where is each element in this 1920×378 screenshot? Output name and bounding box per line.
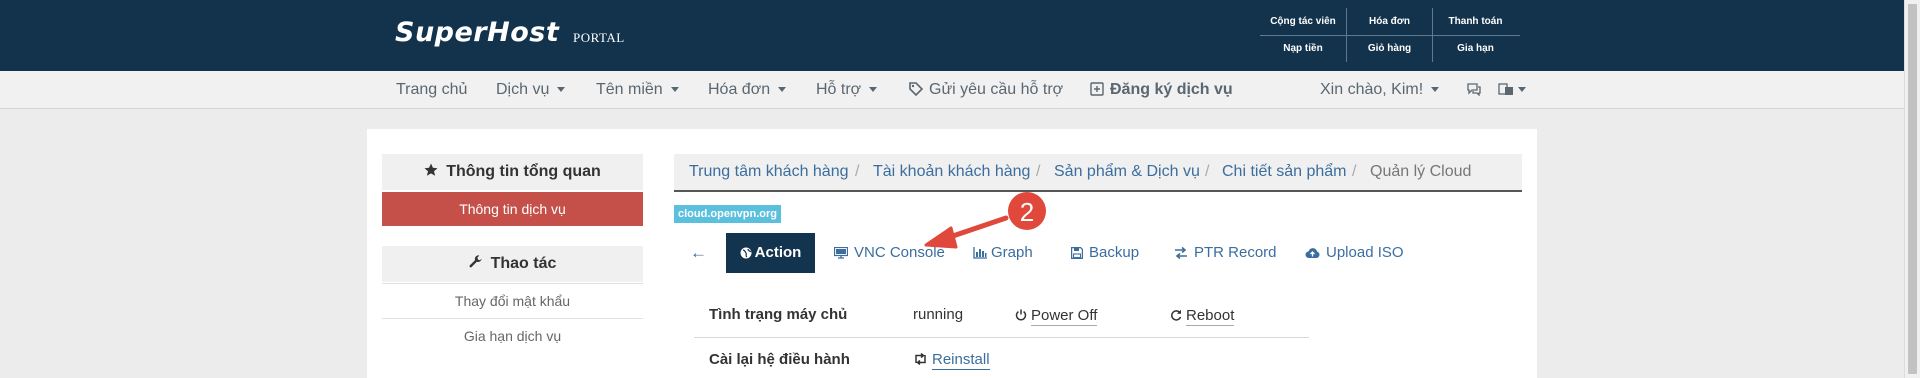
- tab-label: PTR Record: [1194, 244, 1277, 261]
- sidebar-actions-header: Thao tác: [382, 246, 643, 282]
- status-value: running: [913, 306, 964, 323]
- breadcrumb-separator: /: [855, 163, 860, 180]
- tab-upload-iso[interactable]: Upload ISO: [1305, 233, 1404, 273]
- sidebar-actions-title: Thao tác: [490, 255, 557, 272]
- tab-backup[interactable]: Backup: [1071, 233, 1139, 273]
- nav-item-label: Gửi yêu cầu hỗ trợ: [929, 81, 1064, 98]
- quick-link-affiliate[interactable]: Cộng tác viên: [1260, 8, 1346, 35]
- caret-down-icon: [557, 87, 566, 93]
- quick-link-payment[interactable]: Thanh toán: [1432, 8, 1518, 35]
- sidebar-item-renew-service[interactable]: Gia hạn dịch vụ: [382, 318, 643, 353]
- greeting: Xin chào, Kim!: [1320, 81, 1424, 98]
- tab-graph[interactable]: Graph: [973, 233, 1033, 273]
- quick-link-add-funds[interactable]: Nạp tiền: [1260, 35, 1346, 62]
- reboot-label: Reboot: [1186, 307, 1235, 326]
- breadcrumb-product-details[interactable]: Chi tiết sản phẩm: [1222, 154, 1347, 190]
- chat-icon: [1467, 83, 1481, 96]
- nav-item-domains[interactable]: Tên miền: [596, 71, 679, 109]
- breadcrumb-separator: /: [1352, 163, 1357, 180]
- reboot-button[interactable]: Reboot: [1170, 307, 1235, 326]
- breadcrumb-client-area[interactable]: Trung tâm khách hàng: [689, 154, 849, 190]
- nav-item-label: Đăng ký dịch vụ: [1110, 81, 1233, 98]
- quick-link-cart[interactable]: Giỏ hàng: [1346, 35, 1432, 62]
- quick-link-invoices[interactable]: Hóa đơn: [1346, 8, 1432, 35]
- reinstall-label: Cài lại hệ điều hành: [709, 351, 850, 368]
- reinstall-button[interactable]: Reinstall: [913, 351, 990, 370]
- nav-item-label: Trang chủ: [396, 81, 468, 98]
- bar-chart-icon: [973, 247, 987, 259]
- tab-vnc-console[interactable]: VNC Console: [834, 233, 945, 273]
- back-button[interactable]: ←: [690, 233, 710, 273]
- nav-item-label: Hóa đơn: [708, 81, 771, 98]
- refresh-icon: [1171, 309, 1182, 321]
- caret-down-icon: [869, 87, 878, 93]
- quick-link-renew[interactable]: Gia hạn: [1432, 35, 1518, 62]
- scrollbar-thumb[interactable]: [1908, 4, 1917, 374]
- star-icon: [424, 163, 438, 176]
- logo-portal-label: PORTAL: [573, 30, 625, 45]
- tab-action[interactable]: Action: [726, 233, 815, 273]
- caret-down-icon: [778, 87, 787, 93]
- floppy-disk-icon: [1071, 247, 1083, 259]
- breadcrumb-separator: /: [1036, 163, 1041, 180]
- caret-down-icon: [670, 87, 679, 93]
- quick-links: Cộng tác viên Hóa đơn Thanh toán Nạp tiề…: [1260, 8, 1520, 62]
- nav-item-chat[interactable]: [1466, 71, 1488, 109]
- tab-ptr-record[interactable]: PTR Record: [1174, 233, 1277, 273]
- power-off-label: Power Off: [1031, 307, 1098, 326]
- nav-item-order[interactable]: Đăng ký dịch vụ: [1090, 71, 1233, 109]
- breadcrumb-separator: /: [1205, 163, 1210, 180]
- sidebar-overview-header: Thông tin tổng quan: [382, 154, 643, 190]
- nav-item-billing[interactable]: Hóa đơn: [708, 71, 787, 109]
- nav-item-label: Tên miền: [596, 81, 663, 98]
- table-divider: [694, 337, 1309, 338]
- nav-item-account[interactable]: Xin chào, Kim!: [1320, 71, 1440, 109]
- monitor-icon: [834, 247, 848, 259]
- caret-down-icon: [1431, 87, 1440, 93]
- nav-item-label: Dịch vụ: [496, 81, 550, 98]
- globe-icon: [740, 247, 752, 259]
- nav-item-language[interactable]: [1498, 71, 1526, 109]
- breadcrumb: Trung tâm khách hàng / Tài khoản khách h…: [674, 154, 1522, 192]
- sidebar-item-service-info[interactable]: Thông tin dịch vụ: [382, 192, 643, 226]
- language-icon: [1498, 83, 1513, 95]
- sidebar-item-change-password[interactable]: Thay đổi mật khẩu: [382, 283, 643, 318]
- reinstall-link-label: Reinstall: [932, 351, 990, 370]
- retweet-icon: [915, 352, 926, 366]
- breadcrumb-account[interactable]: Tài khoản khách hàng: [873, 154, 1030, 190]
- nav-item-support[interactable]: Hỗ trợ: [816, 71, 878, 109]
- breadcrumb-products[interactable]: Sản phẩm & Dịch vụ: [1054, 154, 1200, 190]
- tab-label: Upload ISO: [1326, 244, 1404, 261]
- main-navbar: Trang chủ Dịch vụ Tên miền Hóa đơn Hỗ tr…: [0, 71, 1904, 109]
- top-header: SuperHost PORTAL Cộng tác viên Hóa đơn T…: [0, 0, 1904, 71]
- logo[interactable]: SuperHost: [395, 17, 559, 48]
- nav-item-open-ticket[interactable]: Gửi yêu cầu hỗ trợ: [909, 71, 1063, 109]
- caret-down-icon: [1518, 87, 1526, 93]
- power-icon: [1015, 309, 1027, 321]
- sidebar-overview-title: Thông tin tổng quan: [446, 163, 601, 180]
- wrench-icon: [469, 255, 482, 268]
- cloud-upload-icon: [1305, 248, 1320, 259]
- nav-item-services[interactable]: Dịch vụ: [496, 71, 566, 109]
- nav-item-home[interactable]: Trang chủ: [396, 71, 467, 109]
- tab-label: Graph: [991, 244, 1033, 261]
- nav-item-label: Hỗ trợ: [816, 81, 862, 98]
- tab-label: VNC Console: [854, 244, 945, 261]
- breadcrumb-current: Quản lý Cloud: [1370, 163, 1472, 180]
- status-label: Tình trạng máy chủ: [709, 306, 848, 323]
- tab-label: Backup: [1089, 244, 1140, 261]
- plus-square-icon: [1090, 82, 1104, 96]
- tag-icon: [909, 82, 923, 96]
- vertical-scrollbar[interactable]: [1904, 0, 1920, 378]
- hostname-badge: cloud.openvpn.org: [674, 205, 781, 223]
- tab-label: Action: [754, 244, 802, 261]
- power-off-button[interactable]: Power Off: [1015, 307, 1098, 326]
- exchange-icon: [1175, 247, 1187, 259]
